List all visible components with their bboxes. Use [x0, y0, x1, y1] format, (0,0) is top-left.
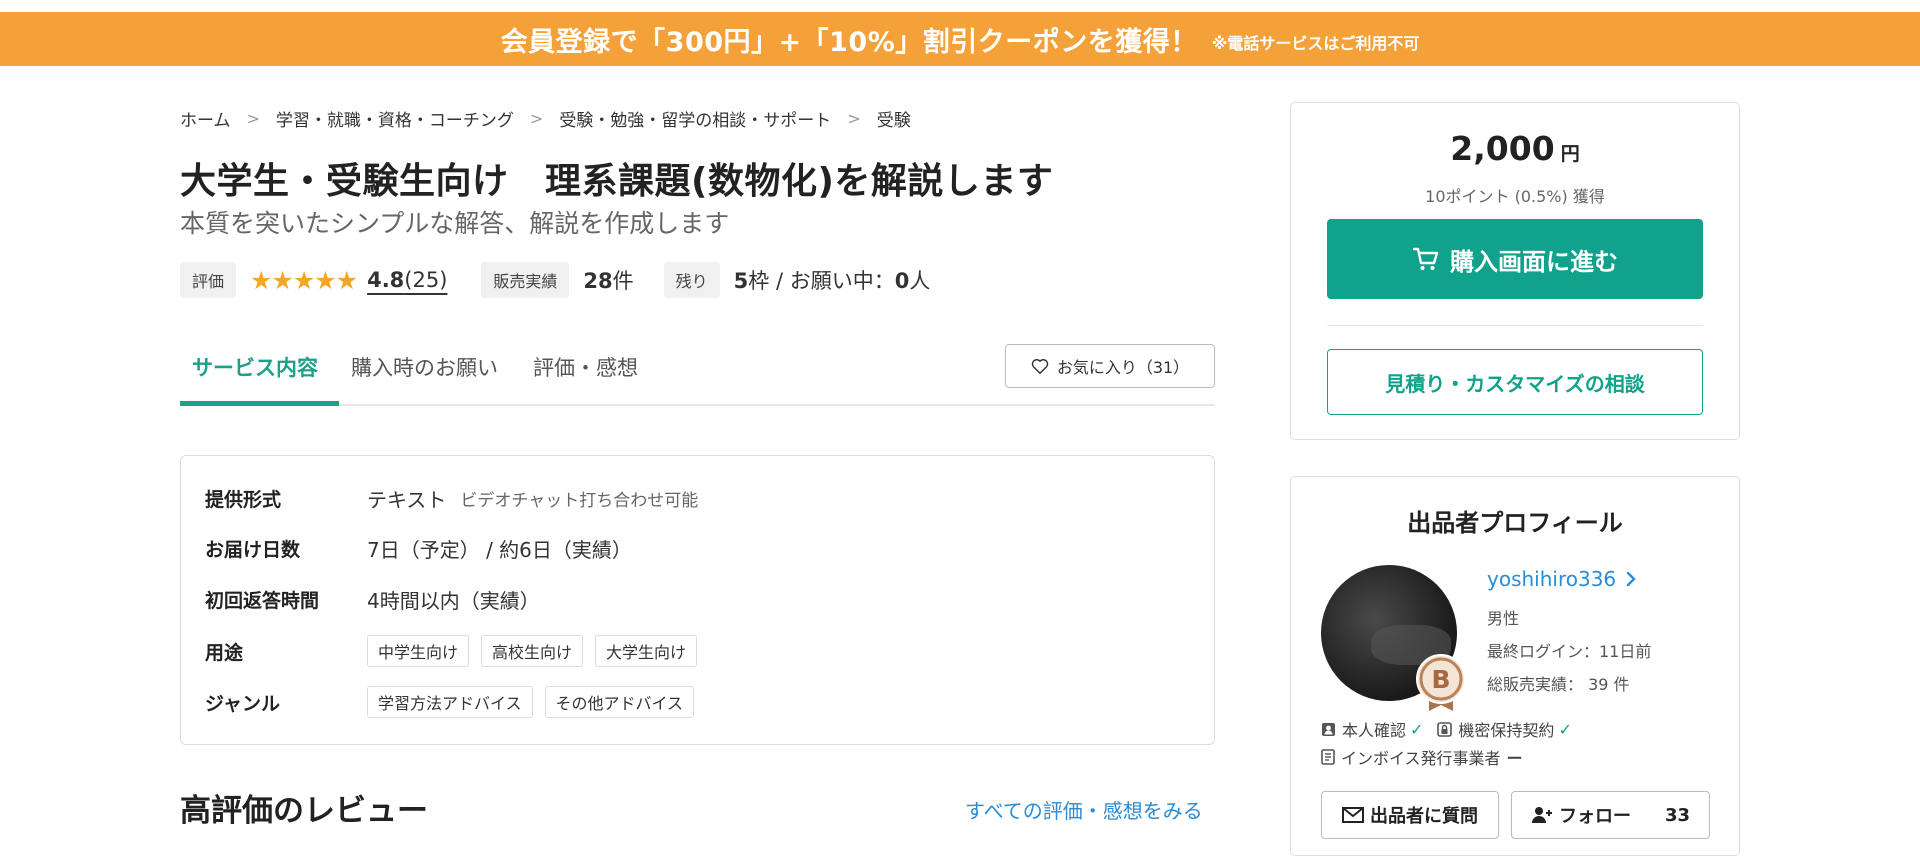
- add-person-icon: [1531, 807, 1552, 823]
- detail-row-format: 提供形式 テキスト ビデオチャット打ち合わせ可能: [205, 484, 698, 513]
- breadcrumb-category[interactable]: 学習・就職・資格・コーチング: [276, 106, 514, 131]
- price-card: 2,000 円 10ポイント (0.5%) 獲得 購入画面に進む 見積り・カスタマ…: [1290, 102, 1740, 440]
- price-value: 2,000: [1450, 129, 1555, 168]
- verification-row: 本人確認 ✓ 機密保持契約 ✓: [1321, 717, 1586, 741]
- seller-total-sales: 総販売実績： 39 件: [1487, 675, 1630, 694]
- lock-icon: [1437, 721, 1453, 737]
- sales-unit: 件: [612, 269, 634, 293]
- heart-icon: [1031, 359, 1049, 374]
- all-reviews-link[interactable]: すべての評価・感想をみる: [965, 795, 1203, 824]
- favorite-button[interactable]: お気に入り（31）: [1005, 344, 1215, 388]
- service-tabs: サービス内容 購入時のお願い 評価・感想 お気に入り（31）: [180, 336, 1215, 406]
- requesting-unit: 人: [909, 269, 931, 293]
- follower-count: 33: [1664, 804, 1691, 826]
- service-stats: 評価 ★★★★★ 4.8(25) 販売実績 28件 残り 5枠 / お願い中：0…: [180, 262, 960, 298]
- promo-banner-text: 会員登録で「300円」+「10%」割引クーポンを獲得！: [500, 26, 1198, 58]
- favorite-label: お気に入り（31）: [1056, 358, 1190, 377]
- tab-service-details[interactable]: サービス内容: [192, 352, 318, 382]
- remain-text: 枠 / お願い中：: [748, 269, 895, 293]
- use-chip[interactable]: 高校生向け: [481, 635, 584, 667]
- cart-icon: [1412, 247, 1439, 270]
- document-icon: [1321, 749, 1335, 765]
- response-label: 初回返答時間: [205, 590, 320, 612]
- person-card-icon: [1322, 722, 1335, 736]
- use-chip[interactable]: 中学生向け: [367, 635, 470, 667]
- remain-tag: 残り: [663, 262, 720, 298]
- detail-row-use: 用途 中学生向け 高校生向け 大学生向け: [205, 635, 709, 667]
- price-unit: 円: [1560, 143, 1580, 165]
- seller-gender: 男性: [1487, 609, 1520, 628]
- seller-profile-card: 出品者プロフィール B yoshihiro336 男性 最終ログイン：11日前 …: [1290, 476, 1740, 856]
- invoice-label: インボイス発行事業者: [1341, 749, 1501, 768]
- breadcrumb-home[interactable]: ホーム: [180, 106, 231, 131]
- invoice-row: インボイス発行事業者 ー: [1321, 745, 1523, 769]
- delivery-label: お届け日数: [205, 539, 301, 561]
- breadcrumb-separator: >: [529, 109, 544, 128]
- breadcrumb-current[interactable]: 受験: [877, 106, 911, 131]
- buy-label: 購入画面に進む: [1450, 247, 1618, 276]
- envelope-icon: [1342, 807, 1364, 823]
- ask-seller-button[interactable]: 出品者に質問: [1321, 791, 1499, 839]
- ask-seller-label: 出品者に質問: [1370, 806, 1478, 827]
- use-label: 用途: [205, 641, 244, 664]
- rank-badge-letter: B: [1431, 665, 1450, 694]
- chevron-right-icon: [1626, 571, 1636, 587]
- check-icon: ✓: [1558, 719, 1572, 739]
- invoice-status: ー: [1506, 749, 1523, 768]
- promo-banner-note: ※電話サービスはご利用不可: [1211, 34, 1420, 53]
- seller-username: yoshihiro336: [1487, 567, 1617, 591]
- rating-value: 4.8: [367, 268, 405, 292]
- divider: [1327, 325, 1703, 326]
- rating-stars: ★★★★★: [250, 265, 358, 295]
- genre-chip[interactable]: 学習方法アドバイス: [367, 686, 533, 718]
- sales-number: 28: [583, 269, 613, 293]
- rating-count: (25): [404, 268, 448, 292]
- detail-row-genre: ジャンル 学習方法アドバイス その他アドバイス: [205, 686, 706, 718]
- buy-button[interactable]: 購入画面に進む: [1327, 219, 1703, 299]
- sales-value: 28件: [583, 265, 633, 295]
- detail-row-response: 初回返答時間 4時間以内（実績）: [205, 585, 540, 614]
- breadcrumb: ホーム > 学習・就職・資格・コーチング > 受験・勉強・留学の相談・サポート …: [180, 106, 911, 131]
- breadcrumb-separator: >: [847, 109, 861, 128]
- rating-tag: 評価: [180, 262, 237, 298]
- tab-reviews[interactable]: 評価・感想: [533, 352, 638, 382]
- format-value: テキスト: [367, 488, 447, 512]
- nda-label: 機密保持契約: [1458, 721, 1555, 740]
- service-details-box: 提供形式 テキスト ビデオチャット打ち合わせ可能 お届け日数 7日（予定） / …: [180, 455, 1215, 745]
- response-value: 4時間以内（実績）: [367, 589, 540, 613]
- profile-heading: 出品者プロフィール: [1407, 509, 1623, 537]
- genre-chip[interactable]: その他アドバイス: [544, 686, 695, 718]
- price: 2,000 円: [1291, 129, 1739, 168]
- remain-value: 5枠 / お願い中：0人: [734, 265, 931, 295]
- follow-button[interactable]: フォロー 33: [1511, 791, 1710, 839]
- points-text: 10ポイント (0.5%) 獲得: [1425, 187, 1605, 206]
- check-icon: ✓: [1410, 719, 1424, 739]
- seller-last-login: 最終ログイン：11日前: [1487, 642, 1652, 661]
- tab-purchase-requests[interactable]: 購入時のお願い: [351, 352, 498, 382]
- breadcrumb-subcategory[interactable]: 受験・勉強・留学の相談・サポート: [559, 106, 831, 131]
- requesting-number: 0: [894, 269, 910, 293]
- format-sub: ビデオチャット打ち合わせ可能: [460, 491, 699, 511]
- service-title: 大学生・受験生向け 理系課題(数物化)を解説します: [180, 161, 1054, 202]
- format-label: 提供形式: [205, 489, 282, 511]
- detail-row-delivery: お届け日数 7日（予定） / 約6日（実績）: [205, 534, 632, 563]
- quote-button[interactable]: 見積り・カスタマイズの相談: [1327, 349, 1703, 415]
- service-subtitle: 本質を突いたシンプルな解答、解説を作成します: [180, 209, 730, 238]
- rating-link[interactable]: 4.8(25): [367, 268, 447, 292]
- reviews-heading: 高評価のレビュー: [180, 793, 428, 829]
- remain-number: 5: [733, 269, 749, 293]
- active-tab-indicator: [180, 401, 339, 406]
- delivery-value: 7日（予定） / 約6日（実績）: [367, 538, 632, 562]
- sales-tag: 販売実績: [481, 262, 570, 298]
- follow-label: フォロー: [1558, 806, 1631, 827]
- rank-badge-icon: B: [1416, 654, 1466, 711]
- identity-verified-label: 本人確認: [1342, 721, 1407, 740]
- genre-label: ジャンル: [205, 692, 281, 715]
- seller-username-link[interactable]: yoshihiro336: [1487, 567, 1636, 591]
- use-chip[interactable]: 大学生向け: [595, 635, 698, 667]
- promo-banner[interactable]: 会員登録で「300円」+「10%」割引クーポンを獲得！ ※電話サービスはご利用不…: [0, 12, 1920, 66]
- breadcrumb-separator: >: [246, 109, 260, 128]
